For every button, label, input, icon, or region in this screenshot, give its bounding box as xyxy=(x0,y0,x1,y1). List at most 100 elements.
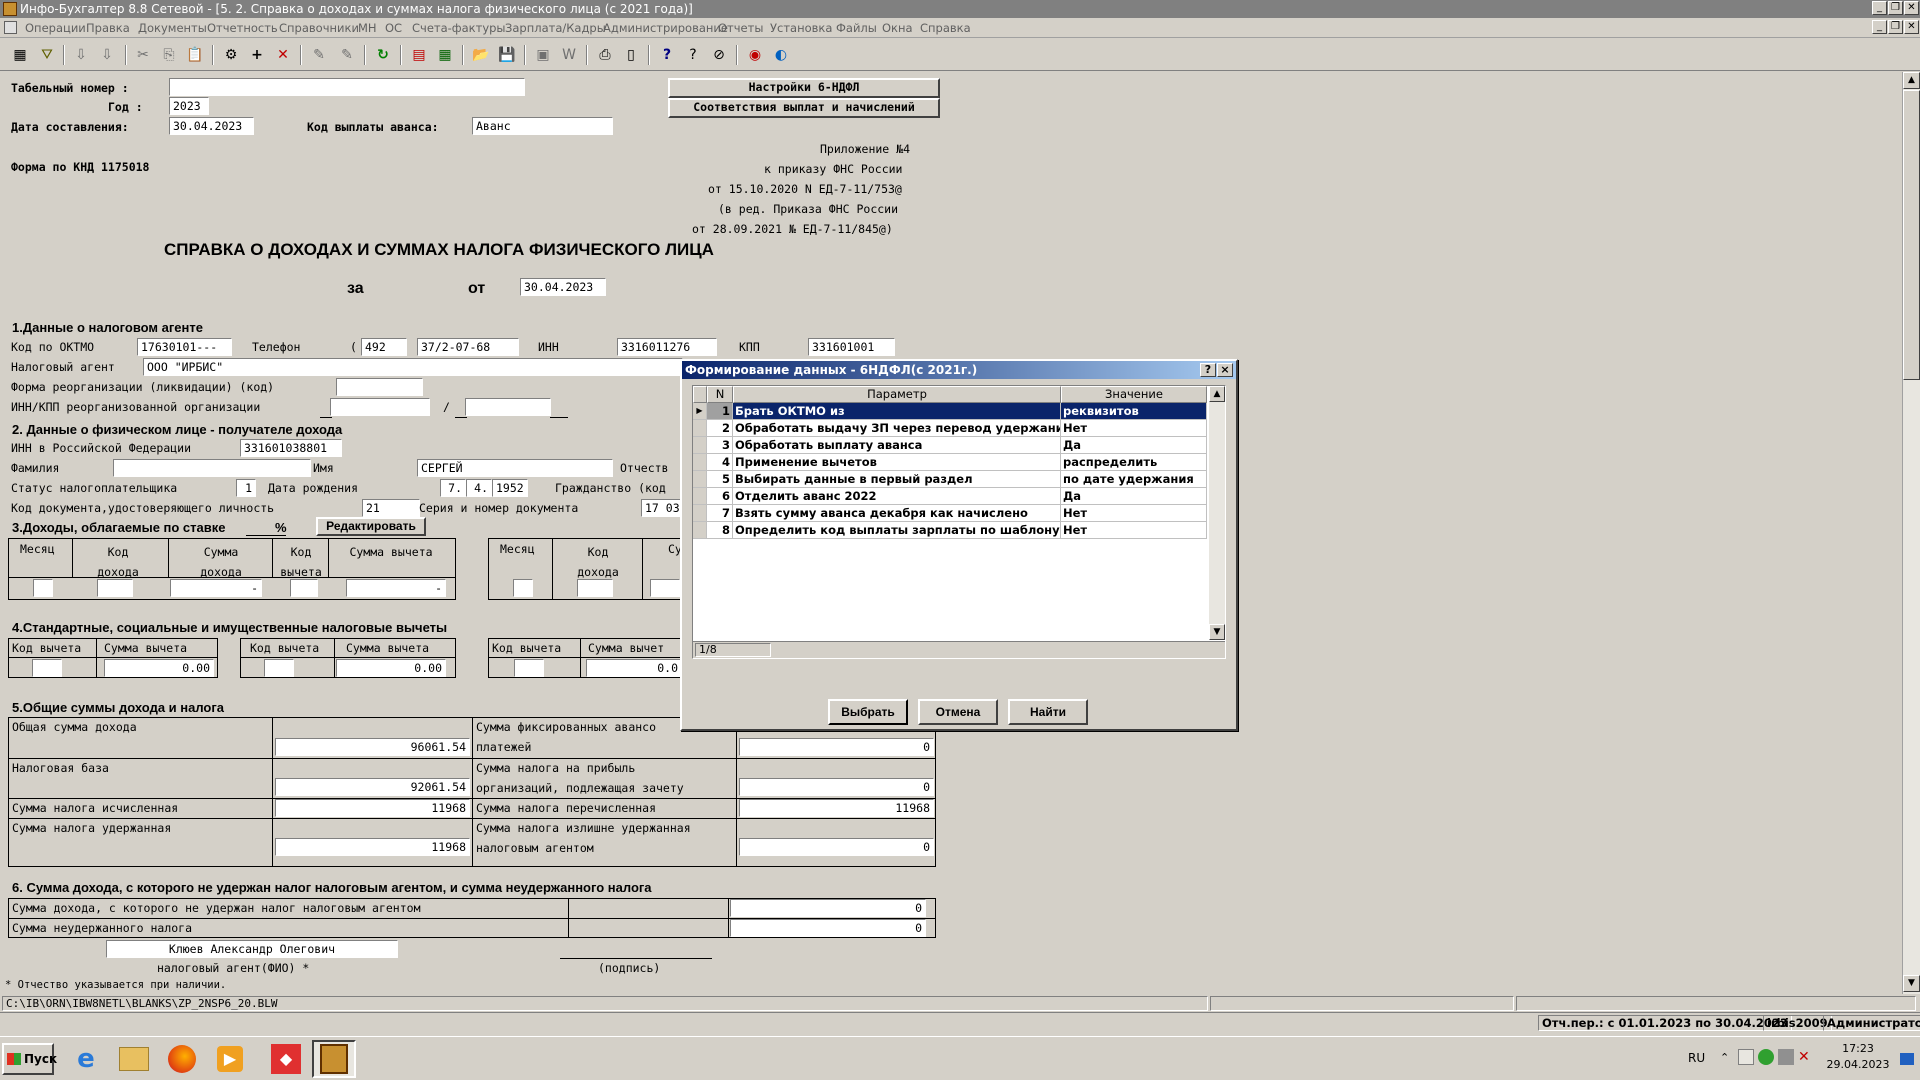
ded2-code-input[interactable] xyxy=(264,659,294,677)
explorer-icon[interactable] xyxy=(112,1040,156,1078)
tray-app-icon[interactable] xyxy=(1738,1049,1754,1065)
compass-icon[interactable]: ⊘ xyxy=(708,44,730,66)
birth-day-input[interactable]: 7. xyxy=(440,479,466,497)
date-input[interactable]: 30.04.2023 xyxy=(169,117,254,135)
agent-inn-input[interactable]: 3316011276 xyxy=(617,338,717,356)
scroll-down-icon[interactable]: ▼ xyxy=(1903,975,1920,992)
main-scrollbar[interactable]: ▲ ▼ xyxy=(1902,72,1920,994)
pdf-icon[interactable]: ▤ xyxy=(408,44,430,66)
ded2-sum-input[interactable]: 0.00 xyxy=(336,659,446,677)
scroll-up-icon[interactable]: ▲ xyxy=(1903,72,1920,89)
tray-monitor-icon[interactable] xyxy=(1778,1049,1794,1065)
row-value[interactable]: реквизитов xyxy=(1061,403,1207,420)
grid-row[interactable]: 2 Обработать выдачу ЗП через перевод уде… xyxy=(693,420,1207,437)
menu-salary[interactable]: Зарплата/Кадры xyxy=(505,21,606,35)
agent-input[interactable]: ООО "ИРБИС" xyxy=(143,358,683,376)
deduction-code-input[interactable] xyxy=(290,579,318,597)
paste-icon[interactable]: 📋 xyxy=(184,44,206,66)
grid-row[interactable]: 7 Взять сумму аванса декабря как начисле… xyxy=(693,505,1207,522)
grid-scrollbar[interactable]: ▲ ▼ xyxy=(1209,386,1225,640)
deduction-sum-input[interactable]: - xyxy=(346,579,446,597)
unwithheld-tax-value[interactable]: 0 xyxy=(730,919,926,937)
hierarchy-icon[interactable]: ⚙ xyxy=(220,44,242,66)
sort-desc-icon[interactable]: ⇩ xyxy=(96,44,118,66)
doc-series-input[interactable]: 17 03 xyxy=(641,499,681,517)
kpp-input[interactable]: 331601001 xyxy=(808,338,895,356)
preview-icon[interactable]: ▯ xyxy=(620,44,642,66)
clock-date[interactable]: 29.04.2023 xyxy=(1823,1058,1893,1071)
edit-income-button[interactable]: Редактировать xyxy=(316,517,426,536)
grid-row[interactable]: 5 Выбирать данные в первый раздел по дат… xyxy=(693,471,1207,488)
word-icon[interactable]: W xyxy=(558,44,580,66)
refresh-icon[interactable]: ↻ xyxy=(372,44,394,66)
income-total-value[interactable]: 96061.54 xyxy=(275,738,470,756)
dialog-help-button[interactable]: ? xyxy=(1200,363,1216,377)
name-input[interactable]: СЕРГЕЙ xyxy=(417,459,613,477)
help-icon[interactable]: ? xyxy=(656,44,678,66)
doc-close-button[interactable]: ✕ xyxy=(1904,20,1919,34)
print-icon[interactable]: ⎙ xyxy=(594,44,616,66)
copy-icon[interactable]: ⎘ xyxy=(158,44,180,66)
surname-input[interactable] xyxy=(113,459,311,477)
row-value[interactable]: Нет xyxy=(1061,522,1207,539)
reorg-kpp-input[interactable] xyxy=(465,398,551,416)
grid-row[interactable]: 6 Отделить аванс 2022 Да xyxy=(693,488,1207,505)
agent-fio-input[interactable]: Клюев Александр Олегович xyxy=(106,940,398,958)
tab-number-input[interactable] xyxy=(169,78,525,96)
grid-header-param[interactable]: Параметр xyxy=(733,386,1061,403)
restore-button[interactable]: ❐ xyxy=(1888,1,1903,15)
birth-month-input[interactable]: 4. xyxy=(466,479,492,497)
filter-icon[interactable]: ⛛ xyxy=(36,44,58,66)
ded3-code-input[interactable] xyxy=(514,659,544,677)
context-help-icon[interactable]: ? xyxy=(682,44,704,66)
grid-row[interactable]: 3 Обработать выплату аванса Да xyxy=(693,437,1207,454)
profit-tax-value[interactable]: 0 xyxy=(739,778,934,796)
year-input[interactable]: 2023 xyxy=(169,97,209,115)
tax-transferred-value[interactable]: 11968 xyxy=(739,799,934,817)
info-buhgalter-task[interactable] xyxy=(312,1040,356,1078)
firefox-icon[interactable] xyxy=(160,1040,204,1078)
doc-minimize-button[interactable]: _ xyxy=(1872,20,1887,34)
doc-restore-button[interactable]: ❐ xyxy=(1888,20,1903,34)
person-inn-input[interactable]: 331601038801 xyxy=(240,439,342,457)
cancel-button[interactable]: Отмена xyxy=(918,699,998,725)
fixed-payments-value[interactable]: 0 xyxy=(739,738,934,756)
grid-row[interactable]: 4 Применение вычетов распределить xyxy=(693,454,1207,471)
tax-base-value[interactable]: 92061.54 xyxy=(275,778,470,796)
menu-files[interactable]: Файлы xyxy=(836,21,877,35)
open-icon[interactable]: 📂 xyxy=(470,44,492,66)
menu-documents[interactable]: Документы xyxy=(138,21,207,35)
income-code-input-2[interactable] xyxy=(577,579,613,597)
web-icon[interactable]: ◐ xyxy=(770,44,792,66)
month-input[interactable] xyxy=(33,579,53,597)
row-value[interactable]: Нет xyxy=(1061,505,1207,522)
title-date-input[interactable]: 30.04.2023 xyxy=(520,278,606,296)
menu-settings[interactable]: Установка xyxy=(770,21,832,35)
doc-code-input[interactable]: 21 xyxy=(362,499,420,517)
close-button[interactable]: ✕ xyxy=(1904,1,1919,15)
minimize-button[interactable]: _ xyxy=(1872,1,1887,15)
month-input-2[interactable] xyxy=(513,579,533,597)
cut-icon[interactable]: ✂ xyxy=(132,44,154,66)
ie-icon[interactable]: e xyxy=(64,1040,108,1078)
media-player-icon[interactable]: ▶ xyxy=(208,1040,252,1078)
grid-row[interactable]: 8 Определить код выплаты зарплаты по шаб… xyxy=(693,522,1207,539)
save-icon[interactable]: 💾 xyxy=(496,44,518,66)
payments-match-button[interactable]: Соответствия выплат и начислений xyxy=(668,98,940,118)
phone-input[interactable]: 37/2-07-68 xyxy=(417,338,519,356)
ded3-sum-input[interactable]: 0.0 xyxy=(586,659,682,677)
show-desktop-icon[interactable] xyxy=(1900,1053,1914,1065)
start-button[interactable]: Пуск xyxy=(2,1043,57,1075)
menu-os[interactable]: ОС xyxy=(385,21,402,35)
menu-operations[interactable]: Операции xyxy=(25,21,86,35)
grid-header-n[interactable]: N xyxy=(707,386,733,403)
grid-icon[interactable]: ▦ xyxy=(9,44,31,66)
reorg-input[interactable] xyxy=(336,378,423,396)
language-indicator[interactable]: RU xyxy=(1688,1051,1705,1065)
grid-scroll-up-icon[interactable]: ▲ xyxy=(1209,386,1225,402)
dialog-close-button[interactable]: × xyxy=(1217,363,1233,377)
export-icon[interactable]: ▣ xyxy=(532,44,554,66)
menu-admin[interactable]: Администрирование xyxy=(603,21,728,35)
phone-code-input[interactable]: 492 xyxy=(361,338,407,356)
status-input[interactable]: 1 xyxy=(236,479,256,497)
